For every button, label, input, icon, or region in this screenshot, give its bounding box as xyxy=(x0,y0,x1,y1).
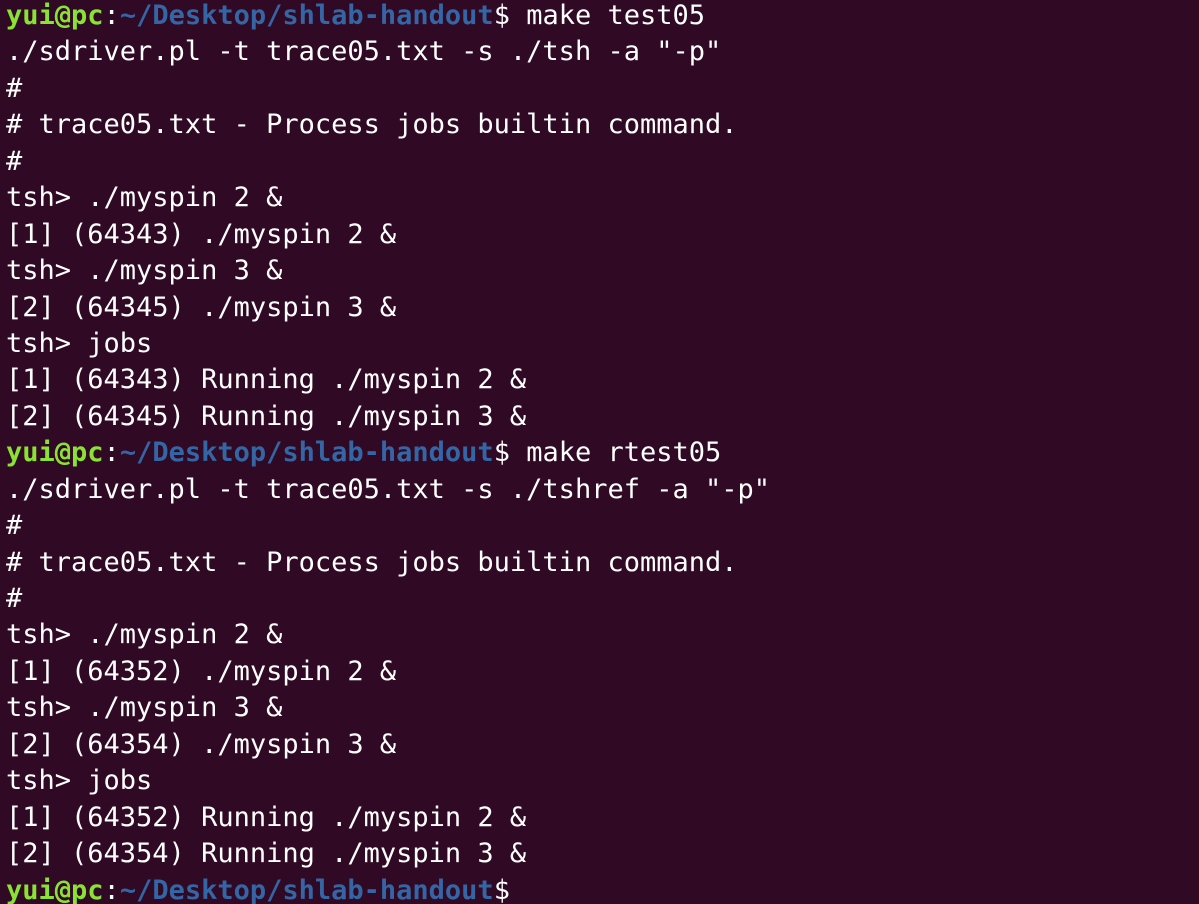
output-line: [1] (64352) Running ./myspin 2 & xyxy=(6,801,527,833)
output-line: [1] (64343) ./myspin 2 & xyxy=(6,218,397,250)
output-line: tsh> ./myspin 3 & xyxy=(6,255,283,287)
terminal-window[interactable]: yui@pc:~/Desktop/shlab-handout$ make tes… xyxy=(0,0,1199,904)
output-line: tsh> ./myspin 2 & xyxy=(6,619,283,651)
output-line: tsh> ./myspin 3 & xyxy=(6,692,283,724)
prompt-user: yui@pc xyxy=(6,0,104,31)
prompt-path: ~/Desktop/shlab-handout xyxy=(119,0,494,31)
output-line: ./sdriver.pl -t trace05.txt -s ./tsh -a … xyxy=(6,36,722,68)
output-line: [2] (64354) Running ./myspin 3 & xyxy=(6,838,527,870)
prompt-symbol: $ xyxy=(493,437,510,469)
output-line: [2] (64345) Running ./myspin 3 & xyxy=(6,400,527,432)
prompt-user: yui@pc xyxy=(6,437,104,469)
output-line: [1] (64343) Running ./myspin 2 & xyxy=(6,364,527,396)
output-line: tsh> jobs xyxy=(6,765,153,797)
output-line: # xyxy=(6,583,23,614)
terminal-output: yui@pc:~/Desktop/shlab-handout$ make tes… xyxy=(6,0,1199,904)
output-line: ./sdriver.pl -t trace05.txt -s ./tshref … xyxy=(6,473,771,505)
prompt-colon: : xyxy=(103,874,120,904)
prompt-user: yui@pc xyxy=(6,874,104,904)
output-line: # xyxy=(6,145,23,177)
output-line: # trace05.txt - Process jobs builtin com… xyxy=(6,546,738,578)
prompt-colon: : xyxy=(103,437,120,469)
output-line: # xyxy=(6,510,23,542)
output-line: # xyxy=(6,72,23,104)
output-line: tsh> jobs xyxy=(6,327,153,359)
prompt-path: ~/Desktop/shlab-handout xyxy=(119,437,494,469)
output-line: [2] (64345) ./myspin 3 & xyxy=(6,291,397,323)
output-line: [1] (64352) ./myspin 2 & xyxy=(6,655,397,687)
prompt-colon: : xyxy=(103,0,120,31)
output-line: # trace05.txt - Process jobs builtin com… xyxy=(6,109,738,141)
prompt-line: yui@pc:~/Desktop/shlab-handout$ make tes… xyxy=(6,0,1199,34)
prompt-command: make rtest05 xyxy=(509,437,722,469)
prompt-symbol: $ xyxy=(493,0,510,31)
prompt-symbol: $ xyxy=(493,874,510,904)
output-line: [2] (64354) ./myspin 3 & xyxy=(6,728,397,760)
prompt-line: yui@pc:~/Desktop/shlab-handout$ xyxy=(6,873,1199,904)
output-line: tsh> ./myspin 2 & xyxy=(6,182,283,214)
prompt-line: yui@pc:~/Desktop/shlab-handout$ make rte… xyxy=(6,435,1199,471)
prompt-path: ~/Desktop/shlab-handout xyxy=(119,874,494,904)
prompt-command: make test05 xyxy=(509,0,706,31)
